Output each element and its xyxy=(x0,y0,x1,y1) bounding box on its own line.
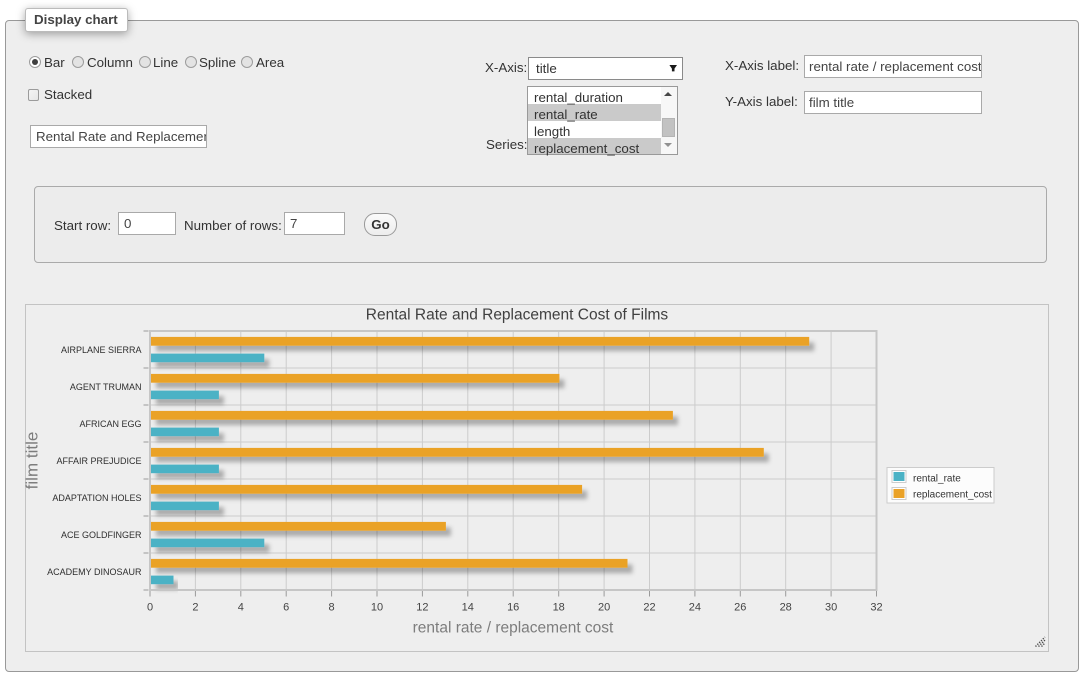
svg-text:8: 8 xyxy=(329,602,335,614)
svg-text:film title: film title xyxy=(25,432,42,490)
svg-text:4: 4 xyxy=(238,602,244,614)
svg-text:24: 24 xyxy=(689,602,701,614)
svg-text:ACE GOLDFINGER: ACE GOLDFINGER xyxy=(61,530,142,540)
svg-text:20: 20 xyxy=(598,602,610,614)
svg-text:18: 18 xyxy=(553,602,565,614)
svg-text:28: 28 xyxy=(780,602,792,614)
svg-text:AIRPLANE SIERRA: AIRPLANE SIERRA xyxy=(61,345,142,355)
svg-text:26: 26 xyxy=(734,602,746,614)
svg-text:AFRICAN EGG: AFRICAN EGG xyxy=(79,419,141,429)
svg-text:replacement_cost: replacement_cost xyxy=(913,490,992,501)
svg-text:rental_rate: rental_rate xyxy=(913,474,961,485)
svg-text:14: 14 xyxy=(462,602,474,614)
svg-text:6: 6 xyxy=(283,602,289,614)
svg-text:32: 32 xyxy=(870,602,882,614)
svg-text:AGENT TRUMAN: AGENT TRUMAN xyxy=(70,382,142,392)
svg-text:10: 10 xyxy=(371,602,383,614)
svg-text:30: 30 xyxy=(825,602,837,614)
svg-text:AFFAIR PREJUDICE: AFFAIR PREJUDICE xyxy=(56,456,141,466)
svg-text:rental rate / replacement cost: rental rate / replacement cost xyxy=(413,620,614,637)
svg-text:ACADEMY DINOSAUR: ACADEMY DINOSAUR xyxy=(47,567,142,577)
svg-text:Rental Rate and Replacement Co: Rental Rate and Replacement Cost of Film… xyxy=(366,307,669,324)
svg-text:22: 22 xyxy=(643,602,655,614)
svg-text:16: 16 xyxy=(507,602,519,614)
svg-text:0: 0 xyxy=(147,602,153,614)
svg-text:ADAPTATION HOLES: ADAPTATION HOLES xyxy=(52,493,141,503)
svg-text:12: 12 xyxy=(416,602,428,614)
svg-text:2: 2 xyxy=(192,602,198,614)
